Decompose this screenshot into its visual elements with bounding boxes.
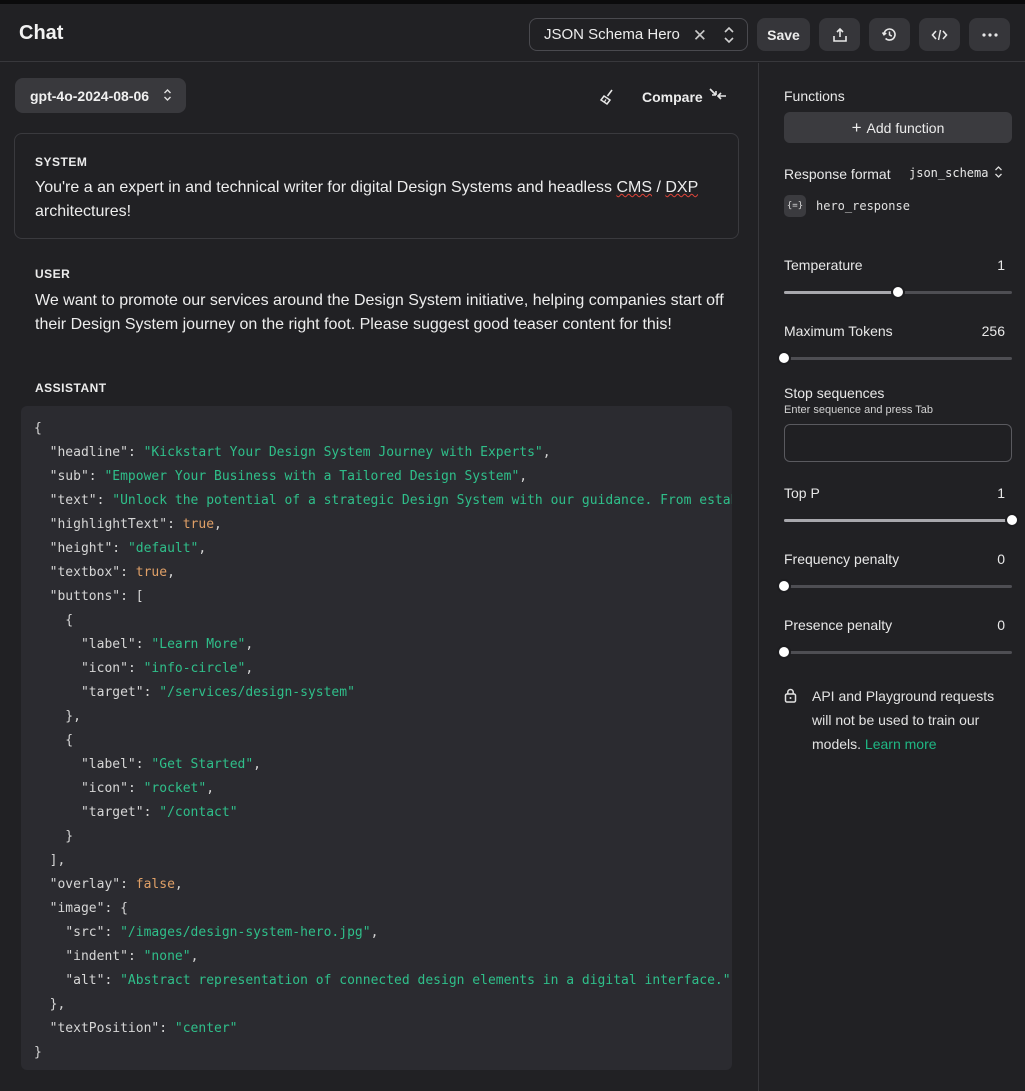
model-selector[interactable]: gpt-4o-2024-08-06 [15,78,186,113]
clear-chat-icon[interactable] [598,87,618,107]
chevron-updown-icon [724,26,734,44]
assistant-message-code[interactable]: { "headline": "Kickstart Your Design Sys… [21,406,732,1070]
page-title: Chat [19,22,64,44]
assistant-role-label: ASSISTANT [35,381,107,395]
temperature-label: Temperature [784,257,863,273]
frequency-penalty-value[interactable]: 0 [997,551,1005,567]
max-tokens-slider[interactable] [777,351,1012,365]
preset-name: JSON Schema Hero [544,26,680,43]
code-icon [931,29,948,40]
slider-handle[interactable] [777,645,791,659]
chevron-updown-icon [164,89,171,101]
preset-selector[interactable]: JSON Schema Hero ✕ [529,18,748,51]
response-format-select[interactable]: json_schema [909,166,988,180]
schema-name-link[interactable]: hero_response [816,199,910,213]
user-message-text[interactable]: We want to promote our services around t… [35,289,725,337]
clear-preset-icon[interactable]: ✕ [693,26,707,46]
presence-penalty-label: Presence penalty [784,617,893,633]
save-button[interactable]: Save [757,18,810,51]
app-header: Chat JSON Schema Hero ✕ Save [0,4,1025,62]
chat-panel: gpt-4o-2024-08-06 Compare SYSTEM You're … [0,63,758,1091]
view-code-button[interactable] [919,18,960,51]
system-role-label: SYSTEM [35,155,88,169]
temperature-value[interactable]: 1 [997,257,1005,273]
more-icon [981,32,998,37]
chevron-updown-icon[interactable] [994,165,1003,179]
max-tokens-value[interactable]: 256 [982,323,1005,339]
slider-handle[interactable] [1005,513,1019,527]
learn-more-link[interactable]: Learn more [865,736,937,752]
slider-handle[interactable] [777,351,791,365]
schema-icon: {=} [784,195,806,217]
top-p-label: Top P [784,485,820,501]
slider-handle[interactable] [777,579,791,593]
slider-fill [784,291,898,294]
json-output: { "headline": "Kickstart Your Design Sys… [34,421,732,1060]
share-button[interactable] [819,18,860,51]
frequency-penalty-slider[interactable] [777,579,1012,593]
more-button[interactable] [969,18,1010,51]
top-p-slider[interactable] [784,513,1019,527]
history-button[interactable] [869,18,910,51]
add-function-label: Add function [866,119,945,136]
top-p-value[interactable]: 1 [997,485,1005,501]
presence-penalty-slider[interactable] [777,645,1012,659]
share-icon [832,27,847,42]
privacy-notice: API and Playground requests will not be … [812,688,995,752]
add-function-button[interactable]: + Add function [784,112,1012,143]
model-name: gpt-4o-2024-08-06 [30,87,150,104]
lock-icon [784,688,797,703]
history-icon [881,28,896,41]
stop-sequences-hint: Enter sequence and press Tab [784,404,934,416]
slider-fill [784,519,1012,522]
user-role-label: USER [35,267,71,281]
compare-button[interactable]: Compare [642,89,703,105]
temperature-slider[interactable] [784,285,1012,299]
max-tokens-label: Maximum Tokens [784,323,893,339]
plus-icon: + [851,118,862,137]
system-message-text[interactable]: You're a an expert in and technical writ… [35,176,725,224]
response-format-label: Response format [784,166,891,182]
system-message[interactable]: SYSTEM You're a an expert in and technic… [14,133,739,239]
presence-penalty-value[interactable]: 0 [997,617,1005,633]
settings-panel: Functions + Add function Response format… [758,63,1025,1091]
stop-sequences-input[interactable] [784,424,1012,462]
frequency-penalty-label: Frequency penalty [784,551,900,567]
functions-label: Functions [784,88,845,104]
stop-sequences-label: Stop sequences [784,385,885,401]
compare-icon[interactable] [708,87,728,105]
slider-handle[interactable] [891,285,905,299]
